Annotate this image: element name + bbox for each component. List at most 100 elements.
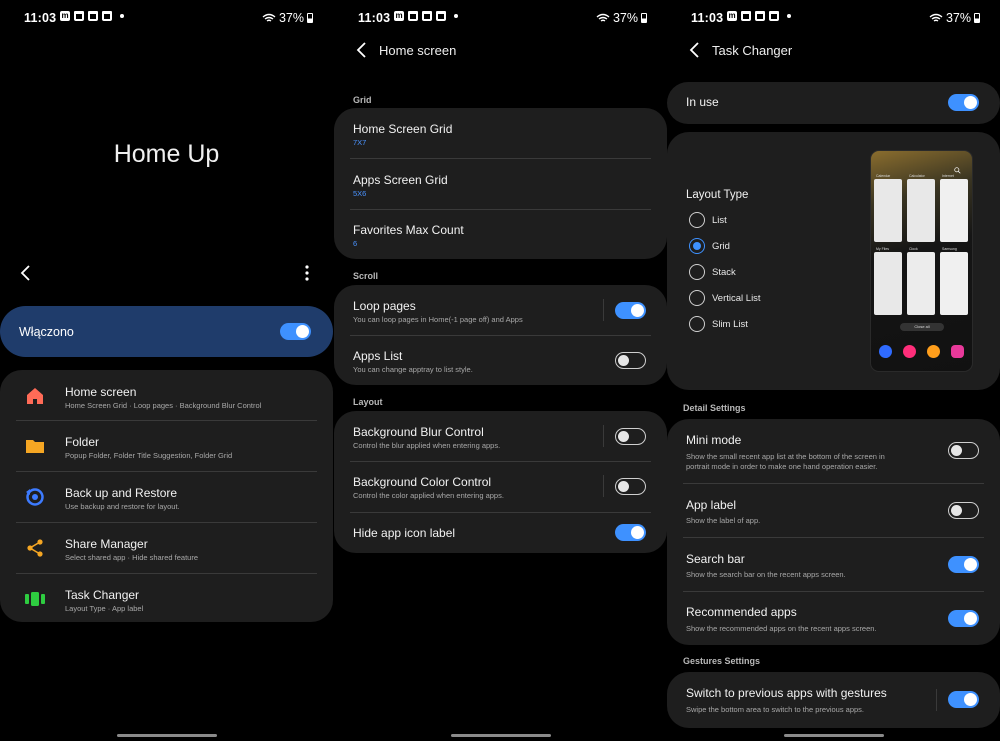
back-icon[interactable] — [685, 40, 705, 60]
section-label-layout: Layout — [353, 397, 383, 407]
setting-title: Loop pages — [353, 299, 416, 313]
setting-background-blur-control[interactable]: Background Blur Control Control the blur… — [334, 411, 667, 461]
preview-dock-settings-icon — [879, 345, 892, 358]
gesture-switch-toggle[interactable] — [948, 691, 979, 708]
background-blur-toggle[interactable] — [615, 428, 646, 445]
recommended-apps-toggle[interactable] — [948, 610, 979, 627]
apps-list-toggle[interactable] — [615, 352, 646, 369]
setting-subtitle: Control the color applied when entering … — [353, 491, 504, 500]
preview-dock-orange-icon — [927, 345, 940, 358]
setting-value: 7X7 — [353, 138, 367, 147]
gesture-handle[interactable] — [450, 734, 551, 737]
preview-card — [907, 252, 935, 315]
wifi-icon — [929, 13, 943, 22]
battery-icon — [641, 13, 647, 23]
preview-card — [874, 179, 902, 242]
menu-item-folder[interactable]: Folder Popup Folder, Folder Title Sugges… — [0, 421, 333, 471]
preview-card — [874, 252, 902, 315]
battery-percent: 37% — [612, 11, 638, 25]
menu-item-home-screen[interactable]: Home screen Home Screen Grid · Loop page… — [0, 370, 333, 420]
preview-card — [940, 179, 968, 242]
layout-card: Background Blur Control Control the blur… — [334, 411, 667, 553]
grid-card: Home Screen Grid 7X7 Apps Screen Grid 5X… — [334, 108, 667, 259]
setting-title: Background Color Control — [353, 475, 492, 489]
in-use-label: In use — [686, 95, 719, 109]
preview-search-icon — [954, 167, 961, 174]
gesture-handle[interactable] — [116, 734, 217, 737]
radio-label: List — [712, 215, 727, 226]
background-color-toggle[interactable] — [615, 478, 646, 495]
back-icon[interactable] — [16, 263, 36, 283]
setting-apps-screen-grid[interactable]: Apps Screen Grid 5X6 — [334, 159, 667, 209]
setting-title: Recommended apps — [686, 605, 797, 619]
setting-title: Search bar — [686, 552, 745, 566]
setting-title: Hide app icon label — [353, 526, 456, 540]
setting-home-screen-grid[interactable]: Home Screen Grid 7X7 — [334, 108, 667, 158]
setting-background-color-control[interactable]: Background Color Control Control the col… — [334, 462, 667, 512]
layout-preview-image: Calendar Calculator Internet My Files Cl… — [870, 150, 973, 372]
menu-item-title: Task Changer — [65, 588, 140, 602]
menu-item-backup-restore[interactable]: Back up and Restore Use backup and resto… — [0, 472, 333, 522]
gesture-handle[interactable] — [783, 734, 884, 737]
setting-subtitle: Show the recommended apps on the recent … — [686, 624, 877, 633]
loop-pages-toggle[interactable] — [615, 302, 646, 319]
status-bar: 11:03 m 37% — [0, 0, 333, 36]
page-title: Task Changer — [712, 43, 793, 58]
search-bar-toggle[interactable] — [948, 556, 979, 573]
vertical-divider — [603, 475, 604, 497]
radio-vertical-list[interactable] — [689, 290, 705, 306]
setting-loop-pages[interactable]: Loop pages You can loop pages in Home(-1… — [334, 285, 667, 335]
menu-item-subtitle: Use backup and restore for layout. — [65, 502, 180, 511]
more-notifications-dot-icon — [787, 14, 791, 18]
radio-label: Grid — [712, 241, 730, 252]
notification-icons: m — [727, 11, 791, 21]
menu-item-task-changer[interactable]: Task Changer Layout Type · App label — [0, 574, 333, 622]
preview-dock-flower-icon — [903, 345, 916, 358]
more-options-icon[interactable] — [297, 263, 317, 283]
task-changer-icon — [25, 592, 45, 606]
notification-m-icon: m — [727, 11, 737, 21]
radio-grid[interactable] — [689, 238, 705, 254]
radio-label: Stack — [712, 267, 736, 278]
home-icon — [27, 388, 43, 404]
setting-app-label[interactable]: App label Show the label of app. — [667, 484, 1000, 537]
radio-slim-list[interactable] — [689, 316, 705, 332]
status-bar: 11:03 m 37% — [667, 0, 1000, 36]
in-use-card[interactable]: In use — [667, 82, 1000, 124]
setting-title: Favorites Max Count — [353, 223, 464, 237]
clock: 11:03 — [691, 11, 724, 25]
setting-hide-app-icon-label[interactable]: Hide app icon label — [334, 513, 667, 553]
hide-app-icon-label-toggle[interactable] — [615, 524, 646, 541]
in-use-toggle[interactable] — [948, 94, 979, 111]
back-icon[interactable] — [352, 40, 372, 60]
setting-title: Switch to previous apps with gestures — [686, 686, 887, 700]
mini-mode-toggle[interactable] — [948, 442, 979, 459]
radio-list[interactable] — [689, 212, 705, 228]
setting-apps-list[interactable]: Apps List You can change apptray to list… — [334, 336, 667, 385]
radio-stack[interactable] — [689, 264, 705, 280]
setting-mini-mode[interactable]: Mini mode Show the small recent app list… — [667, 419, 1000, 483]
more-notifications-dot-icon — [120, 14, 124, 18]
app-label-toggle[interactable] — [948, 502, 979, 519]
section-label-detail: Detail Settings — [683, 403, 746, 413]
shopping-bag-icon — [102, 11, 112, 21]
shopping-bag-icon — [74, 11, 84, 21]
setting-title: Background Blur Control — [353, 425, 484, 439]
setting-search-bar[interactable]: Search bar Show the search bar on the re… — [667, 538, 1000, 591]
preview-app-label: Calendar — [876, 174, 891, 178]
setting-subtitle: You can loop pages in Home(-1 page off) … — [353, 315, 523, 324]
master-switch-bar[interactable]: Włączono — [0, 306, 333, 357]
master-toggle[interactable] — [280, 323, 311, 340]
setting-recommended-apps[interactable]: Recommended apps Show the recommended ap… — [667, 592, 1000, 645]
setting-favorites-max-count[interactable]: Favorites Max Count 6 — [334, 210, 667, 259]
setting-switch-previous-apps[interactable]: Switch to previous apps with gestures Sw… — [667, 672, 1000, 728]
menu-item-subtitle: Home Screen Grid · Loop pages · Backgrou… — [65, 401, 262, 410]
notification-icons: m — [394, 11, 458, 21]
layout-type-label: Layout Type — [686, 189, 749, 201]
section-label-gestures: Gestures Settings — [683, 656, 761, 666]
vertical-divider — [603, 299, 604, 321]
radio-label: Vertical List — [712, 293, 761, 304]
shopping-bag-icon — [422, 11, 432, 21]
menu-item-share-manager[interactable]: Share Manager Select shared app · Hide s… — [0, 523, 333, 573]
vertical-divider — [603, 425, 604, 447]
